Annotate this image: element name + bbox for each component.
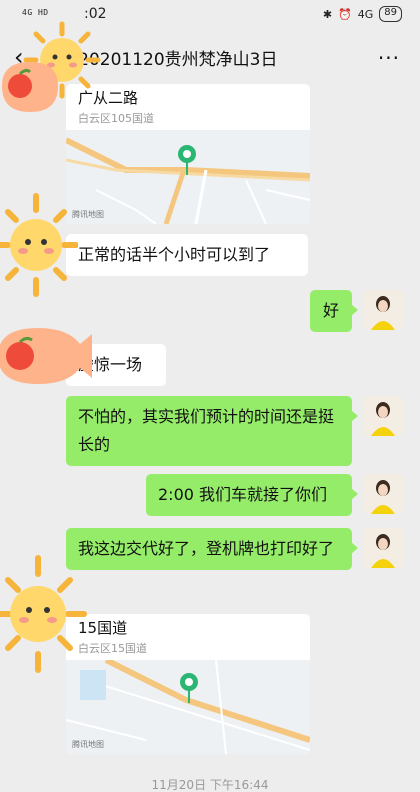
location-card[interactable]: 广从二路 白云区105国道 腾讯地图 [66,84,310,224]
message-bubble-right[interactable]: 不怕的，其实我们预计的时间还是挺长的 [66,396,358,466]
sun-sticker-icon [0,555,87,673]
location-map: 腾讯地图 [66,657,310,754]
peach-sticker-icon [2,62,58,112]
location-title: 15国道 [78,619,128,637]
location-title: 广从二路 [78,89,139,107]
bluetooth-icon: ✱ [322,7,333,21]
battery-indicator: 89 [379,6,402,22]
status-icons: ✱ ⏰ 4G 89 [323,6,402,22]
alarm-icon: ⏰ [338,7,352,21]
message-bubble-right[interactable]: 我这边交代好了，登机牌也打印好了 [66,528,358,570]
avatar[interactable] [363,528,403,568]
location-pin-icon [178,145,196,175]
avatar-image [363,474,403,514]
location-subtitle: 白云区15国道 [78,642,147,655]
avatar[interactable] [363,474,403,514]
signal-indicator: 4G HD [22,8,49,17]
avatar-image [363,396,403,436]
location-map: 腾讯地图 [66,130,310,224]
message-bubble-right[interactable]: 2:00 我们车就接了你们 [146,474,358,516]
avatar[interactable] [363,290,403,330]
map-credit: 腾讯地图 [72,740,104,749]
avatar-image [363,528,403,568]
sun-sticker-icon [0,193,78,297]
network-label: 4G [357,7,374,21]
message-timestamp: 11月20日 下午16:44 [151,778,269,792]
location-subtitle: 白云区105国道 [78,112,154,125]
avatar[interactable] [363,396,403,436]
chat-area[interactable]: 广从二路 白云区105国道 腾讯地图 正常的话半个小时可以到了 好 虚惊一场 不… [0,21,420,792]
more-options-icon[interactable]: ··· [378,46,400,70]
message-bubble-left[interactable]: 正常的话半个小时可以到了 [66,234,308,276]
avatar-image [363,290,403,330]
location-card[interactable]: 15国道 白云区15国道 腾讯地图 [66,614,310,754]
peach-sticker-icon [0,328,92,384]
location-pin-icon [180,673,198,703]
message-bubble-right[interactable]: 好 [310,290,358,332]
